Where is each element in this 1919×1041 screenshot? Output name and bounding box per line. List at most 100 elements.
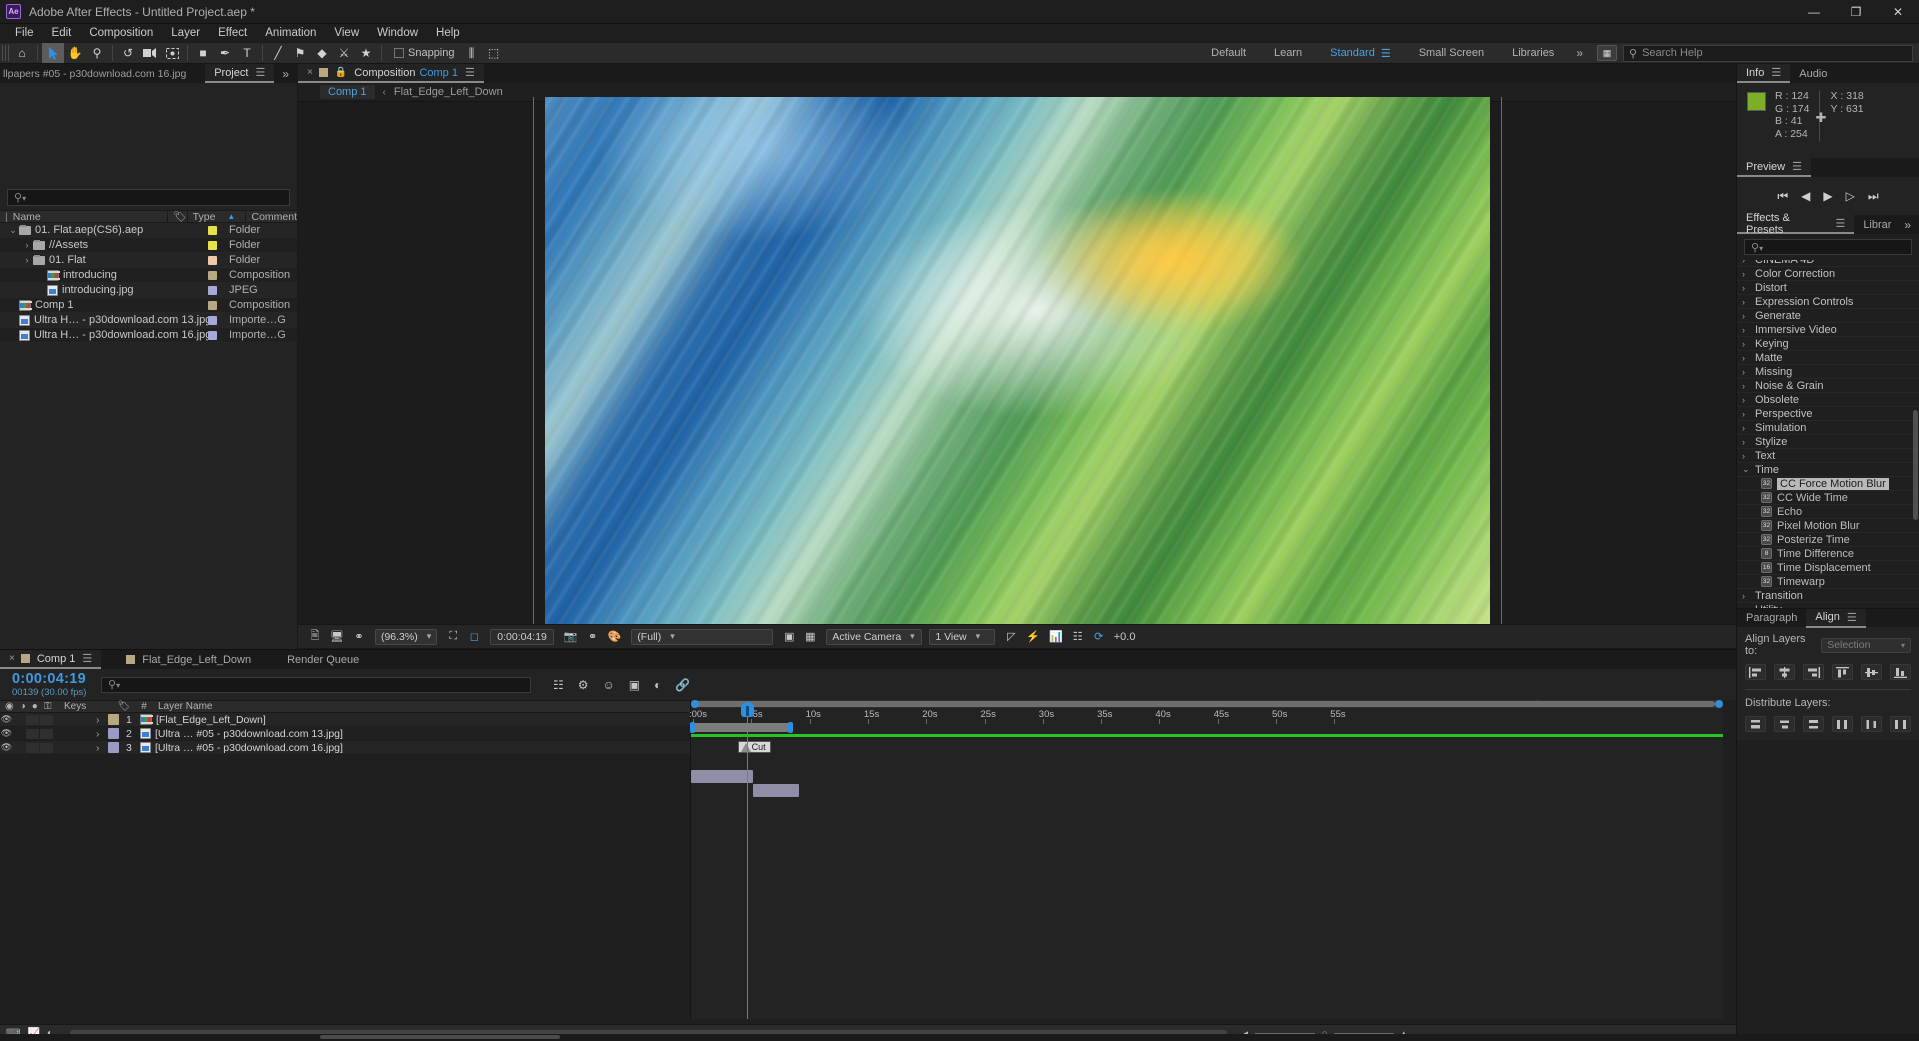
column-name[interactable]: | Name xyxy=(0,210,169,223)
project-overflow-icon[interactable]: » xyxy=(274,67,297,81)
maximize-button[interactable]: ❐ xyxy=(1835,0,1877,24)
current-time-indicator[interactable] xyxy=(740,702,754,1019)
eraser-tool[interactable]: ◆ xyxy=(311,43,333,63)
distribute-horizontal-center-icon[interactable] xyxy=(1861,716,1882,732)
pen-tool[interactable]: ✒ xyxy=(214,43,236,63)
audio-icon[interactable]: ◑ xyxy=(20,701,26,712)
twirl-icon[interactable]: › xyxy=(1742,423,1751,433)
align-left-icon[interactable] xyxy=(1745,664,1766,680)
workspace-default[interactable]: Default xyxy=(1197,42,1260,64)
roto-brush-tool[interactable]: ⚔ xyxy=(333,43,355,63)
twirl-icon[interactable]: › xyxy=(1742,451,1751,461)
effect-category[interactable]: › Distort xyxy=(1737,281,1919,295)
index-column-header[interactable]: # xyxy=(136,701,152,712)
snapping-group[interactable]: Snapping xyxy=(394,47,455,59)
workspace-overflow-icon[interactable]: » xyxy=(1568,46,1591,60)
timeline-current-time-group[interactable]: 0:00:04:19 00139 (30.00 fps) xyxy=(0,671,95,698)
effect-item[interactable]: 32 Timewarp xyxy=(1737,575,1919,589)
effect-category[interactable]: › Immersive Video xyxy=(1737,323,1919,337)
workspace-menu-icon[interactable]: ☰ xyxy=(1381,47,1391,60)
effect-item[interactable]: 32 Posterize Time xyxy=(1737,533,1919,547)
region-of-interest-icon[interactable]: ⛶ xyxy=(444,628,462,645)
project-item-row[interactable]: › 01. Flat Folder xyxy=(0,253,297,268)
effect-category[interactable]: › Generate xyxy=(1737,309,1919,323)
last-frame-button[interactable]: ⏭ xyxy=(1868,189,1879,204)
twirl-icon[interactable]: › xyxy=(1742,260,1751,265)
tab-timeline-flat-edge[interactable]: Flat_Edge_Left_Down xyxy=(117,650,260,669)
twirl-icon[interactable]: ⌄ xyxy=(1742,464,1751,475)
twirl-icon[interactable]: › xyxy=(1742,339,1751,349)
column-label-swatch[interactable]: 🏷 xyxy=(168,210,188,223)
brush-tool[interactable]: ╱ xyxy=(267,43,289,63)
menu-window[interactable]: Window xyxy=(368,26,427,40)
info-panel-menu-icon[interactable]: ☰ xyxy=(1771,66,1781,79)
draft-3d-icon[interactable]: ⚙ xyxy=(578,678,589,692)
timeline-zoom-bar[interactable] xyxy=(691,700,1723,708)
menu-layer[interactable]: Layer xyxy=(162,26,209,40)
close-icon[interactable]: × xyxy=(9,653,15,664)
timeline-zoom-range[interactable] xyxy=(693,701,1715,707)
solo-toggle[interactable] xyxy=(26,714,39,725)
snapping-grid-icon[interactable]: ⬚ xyxy=(483,43,505,63)
cti-head[interactable] xyxy=(740,702,754,717)
twirl-icon[interactable]: › xyxy=(1742,605,1751,609)
menu-help[interactable]: Help xyxy=(427,26,469,40)
toggle-pixel-aspect-icon[interactable]: ◸ xyxy=(1002,628,1020,645)
twirl-icon[interactable]: › xyxy=(96,728,108,740)
zoom-tool[interactable]: ⚲ xyxy=(86,43,108,63)
align-horizontal-center-icon[interactable] xyxy=(1774,664,1795,680)
menu-composition[interactable]: Composition xyxy=(80,26,162,40)
twirl-icon[interactable]: › xyxy=(1742,269,1751,279)
twirl-icon[interactable]: › xyxy=(21,255,33,265)
effect-category[interactable]: › Stylize xyxy=(1737,435,1919,449)
camera-tool[interactable] xyxy=(139,43,161,63)
resolution-select[interactable]: (Full) ▾ xyxy=(631,628,774,645)
align-right-icon[interactable] xyxy=(1803,664,1824,680)
close-button[interactable]: ✕ xyxy=(1877,0,1919,24)
tab-preview[interactable]: Preview ☰ xyxy=(1737,158,1811,177)
project-item-row[interactable]: introducing.jpg JPEG xyxy=(0,283,297,298)
tab-project[interactable]: Project ☰ xyxy=(205,64,275,83)
column-comment[interactable]: Comment xyxy=(246,210,297,223)
effects-overflow-icon[interactable]: » xyxy=(1896,218,1919,232)
timeline-zoom-left-handle[interactable] xyxy=(691,700,699,708)
label-color-swatch[interactable] xyxy=(208,240,217,250)
layer-label-swatch[interactable] xyxy=(108,742,119,753)
label-color-swatch[interactable] xyxy=(208,270,217,280)
effect-category[interactable]: › Perspective xyxy=(1737,407,1919,421)
effect-category[interactable]: › Utility xyxy=(1737,603,1919,609)
effect-item[interactable]: 32 Pixel Motion Blur xyxy=(1737,519,1919,533)
toolbar-grip[interactable] xyxy=(2,45,9,61)
pan-behind-tool[interactable] xyxy=(161,43,183,63)
effect-item[interactable]: 32 CC Force Motion Blur xyxy=(1737,477,1919,491)
menu-edit[interactable]: Edit xyxy=(43,26,81,40)
project-item-row[interactable]: › //Assets Folder xyxy=(0,238,297,253)
composition-viewer[interactable] xyxy=(298,96,1736,630)
effect-category[interactable]: › Simulation xyxy=(1737,421,1919,435)
project-item-row[interactable]: Ultra H… - p30download.com 16.jpg Importe… xyxy=(0,328,297,343)
solo-toggle[interactable] xyxy=(26,728,39,739)
align-vertical-center-icon[interactable] xyxy=(1861,664,1882,680)
breadcrumb-comp1[interactable]: Comp 1 xyxy=(320,85,375,99)
effects-search-input[interactable]: ⚲▾ xyxy=(1744,239,1912,255)
magnification-select[interactable]: (96.3%) ▾ xyxy=(374,628,438,645)
twirl-icon[interactable]: › xyxy=(1742,353,1751,363)
type-tool[interactable]: T xyxy=(236,43,258,63)
effect-category[interactable]: › Noise & Grain xyxy=(1737,379,1919,393)
distribute-right-icon[interactable] xyxy=(1890,716,1911,732)
toggle-guides-icon[interactable]: ◻ xyxy=(465,628,483,645)
project-item-list[interactable]: ⌄ 01. Flat.aep(CS6).aep Folder › //Assets Fol… xyxy=(0,223,297,343)
transparency-grid-icon[interactable]: ▦ xyxy=(801,628,819,645)
toggle-transparency-grid-icon[interactable]: 🖥 xyxy=(327,628,347,645)
effect-category[interactable]: › Transition xyxy=(1737,589,1919,603)
enable-motion-blur-icon[interactable]: ◐ xyxy=(654,678,661,692)
composition-mini-flowchart-icon[interactable]: ☷ xyxy=(553,678,564,692)
tab-audio[interactable]: Audio xyxy=(1790,64,1836,83)
effect-category[interactable]: › Obsolete xyxy=(1737,393,1919,407)
menu-animation[interactable]: Animation xyxy=(256,26,325,40)
effect-category[interactable]: › Matte xyxy=(1737,351,1919,365)
label-color-swatch[interactable] xyxy=(208,315,217,325)
video-toggle[interactable]: 👁 xyxy=(0,714,13,725)
selection-tool[interactable] xyxy=(42,43,64,63)
effect-category[interactable]: › Keying xyxy=(1737,337,1919,351)
